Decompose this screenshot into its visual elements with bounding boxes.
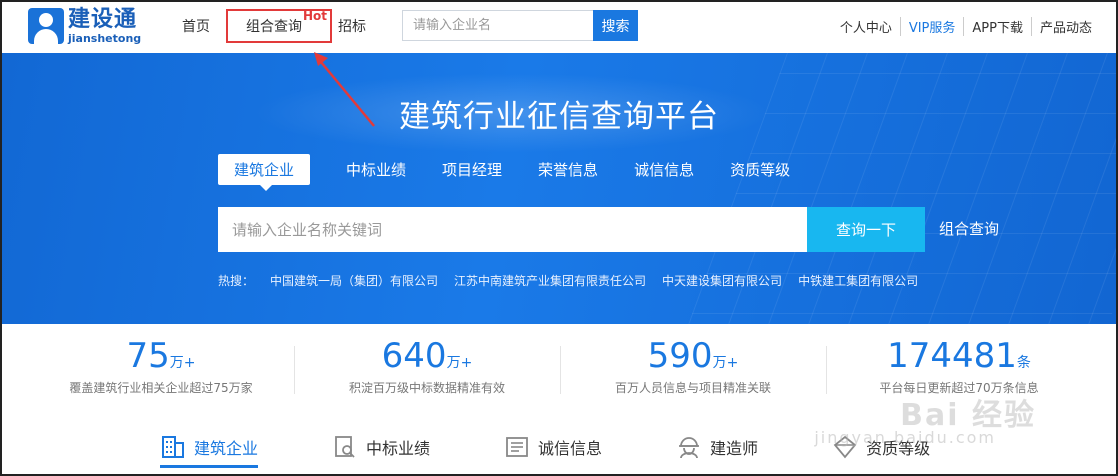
stat-value: 75 xyxy=(126,336,170,376)
building-icon xyxy=(162,436,184,458)
newspaper-icon xyxy=(506,437,528,457)
header-search-button[interactable]: 搜索 xyxy=(593,10,638,41)
combo-query-link[interactable]: 组合查询 xyxy=(939,218,999,239)
stat-description: 覆盖建筑行业相关企业超过75万家 xyxy=(69,381,253,396)
main-search-input[interactable] xyxy=(218,207,807,252)
user-links: 个人中心 VIP服务 APP下载 产品动态 xyxy=(832,17,1100,36)
main-search-button[interactable]: 查询一下 xyxy=(807,207,925,252)
hot-search-item[interactable]: 中铁建工集团有限公司 xyxy=(798,272,918,289)
document-search-icon xyxy=(335,436,355,458)
stat-companies: 75万+ 覆盖建筑行业相关企业超过75万家 xyxy=(28,336,294,410)
hot-search-label: 热搜： xyxy=(218,274,255,288)
logo-person-icon xyxy=(28,8,64,44)
tab-construction-company[interactable]: 建筑企业 xyxy=(218,154,311,191)
tab-project-manager[interactable]: 项目经理 xyxy=(442,154,502,185)
tab-qualification[interactable]: 资质等级 xyxy=(730,154,790,185)
tab-winning-bids[interactable]: 中标业绩 xyxy=(346,154,406,185)
stat-bids: 640万+ 积淀百万级中标数据精准有效 xyxy=(294,336,560,410)
stat-unit: 条 xyxy=(1016,355,1031,371)
hero-title: 建筑行业征信查询平台 xyxy=(399,99,719,135)
nav-home[interactable]: 首页 xyxy=(182,16,210,36)
stat-description: 积淀百万级中标数据精准有效 xyxy=(348,381,505,396)
link-personal-center[interactable]: 个人中心 xyxy=(832,17,900,36)
stat-value: 590 xyxy=(647,336,713,376)
link-vip-service[interactable]: VIP服务 xyxy=(899,17,964,36)
tab-credit-info[interactable]: 诚信信息 xyxy=(634,154,694,185)
stat-unit: 万+ xyxy=(712,355,739,371)
feature-tab-constructor[interactable]: 建造师 xyxy=(676,434,758,468)
page-frame: 建设通 jianshetong 首页 组合查询 Hot 招标 搜索 个人中心 V… xyxy=(0,0,1118,476)
watermark-url: jingyan.baidu.com xyxy=(814,428,996,447)
hot-search-item[interactable]: 中天建设集团有限公司 xyxy=(662,272,782,289)
stat-people: 590万+ 百万人员信息与项目精准关联 xyxy=(560,336,826,410)
feature-tab-winning-bids[interactable]: 中标业绩 xyxy=(332,434,430,468)
main-search: 查询一下 xyxy=(218,207,925,252)
link-product-news[interactable]: 产品动态 xyxy=(1030,17,1100,36)
header-search-input[interactable] xyxy=(402,10,593,41)
feature-tab-label: 诚信信息 xyxy=(538,439,603,458)
feature-tab-credit-info[interactable]: 诚信信息 xyxy=(504,434,602,468)
feature-tab-label: 建筑企业 xyxy=(194,439,259,458)
top-navbar: 建设通 jianshetong 首页 组合查询 Hot 招标 搜索 个人中心 V… xyxy=(2,2,1116,52)
logo-text-cn: 建设通 xyxy=(68,6,138,32)
feature-tab-construction-company[interactable]: 建筑企业 xyxy=(160,434,259,468)
feature-tab-label: 中标业绩 xyxy=(366,439,431,458)
link-app-download[interactable]: APP下载 xyxy=(963,17,1031,36)
worker-helmet-icon xyxy=(679,437,700,459)
stat-value: 640 xyxy=(381,336,447,376)
stat-unit: 万+ xyxy=(169,355,196,371)
annotation-arrow-icon xyxy=(314,52,375,127)
stat-unit: 万+ xyxy=(446,355,473,371)
stat-description: 百万人员信息与项目精准关联 xyxy=(614,381,771,396)
hot-search-item[interactable]: 江苏中南建筑产业集团有限责任公司 xyxy=(454,272,646,289)
logo[interactable]: 建设通 jianshetong xyxy=(28,8,141,44)
nav-bidding[interactable]: 招标 xyxy=(338,16,366,36)
hot-badge: Hot xyxy=(303,9,328,23)
tab-honors[interactable]: 荣誉信息 xyxy=(538,154,598,185)
search-category-tabs: 建筑企业 中标业绩 项目经理 荣誉信息 诚信信息 资质等级 xyxy=(218,154,826,191)
nav-combo-query[interactable]: 组合查询 xyxy=(246,16,302,36)
logo-text-en: jianshetong xyxy=(68,31,142,45)
hot-search-item[interactable]: 中国建筑一局（集团）有限公司 xyxy=(270,272,438,289)
stat-value: 174481 xyxy=(887,336,1017,376)
hot-searches: 热搜： 中国建筑一局（集团）有限公司 江苏中南建筑产业集团有限责任公司 中天建设… xyxy=(218,272,934,289)
feature-tab-label: 建造师 xyxy=(710,439,759,458)
hero-banner: 建筑行业征信查询平台 建筑企业 中标业绩 项目经理 荣誉信息 诚信信息 资质等级… xyxy=(2,53,1116,324)
header-search: 搜索 xyxy=(402,10,638,41)
